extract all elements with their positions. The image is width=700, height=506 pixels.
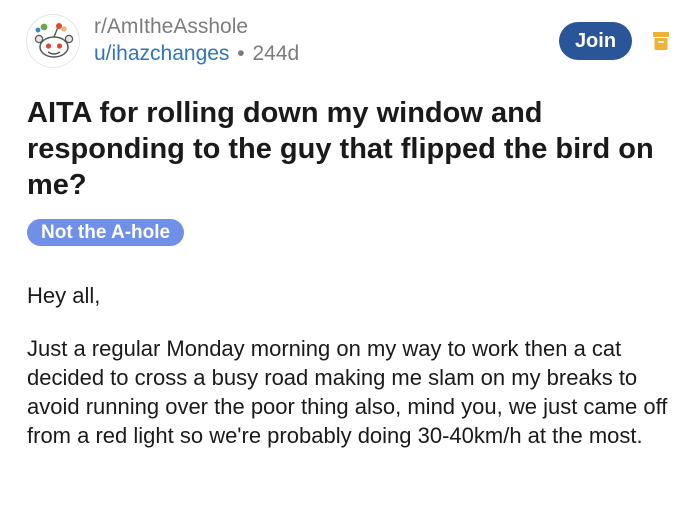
post-view: r/AmItheAsshole u/ihazchanges • 244d Joi… (0, 0, 700, 506)
post-meta: r/AmItheAsshole u/ihazchanges • 244d (94, 14, 299, 67)
body-paragraph: Just a regular Monday morning on my way … (27, 336, 668, 448)
post-title[interactable]: AITA for rolling down my window and resp… (27, 95, 677, 203)
author-username[interactable]: u/ihazchanges (94, 42, 229, 65)
body-paragraph: Hey all, (27, 283, 101, 308)
post-header: r/AmItheAsshole u/ihazchanges • 244d Joi… (26, 14, 674, 70)
join-button[interactable]: Join (559, 22, 632, 60)
author-row: u/ihazchanges • 244d (94, 41, 299, 67)
meta-separator: • (237, 42, 245, 65)
archive-icon (652, 30, 670, 52)
subreddit-name[interactable]: r/AmItheAsshole (94, 14, 299, 40)
post-body: Hey all, Just a regular Monday morning o… (27, 281, 677, 474)
post-flair[interactable]: Not the A-hole (27, 219, 185, 246)
post-age: 244d (252, 42, 300, 65)
subreddit-avatar-icon[interactable] (26, 14, 80, 68)
